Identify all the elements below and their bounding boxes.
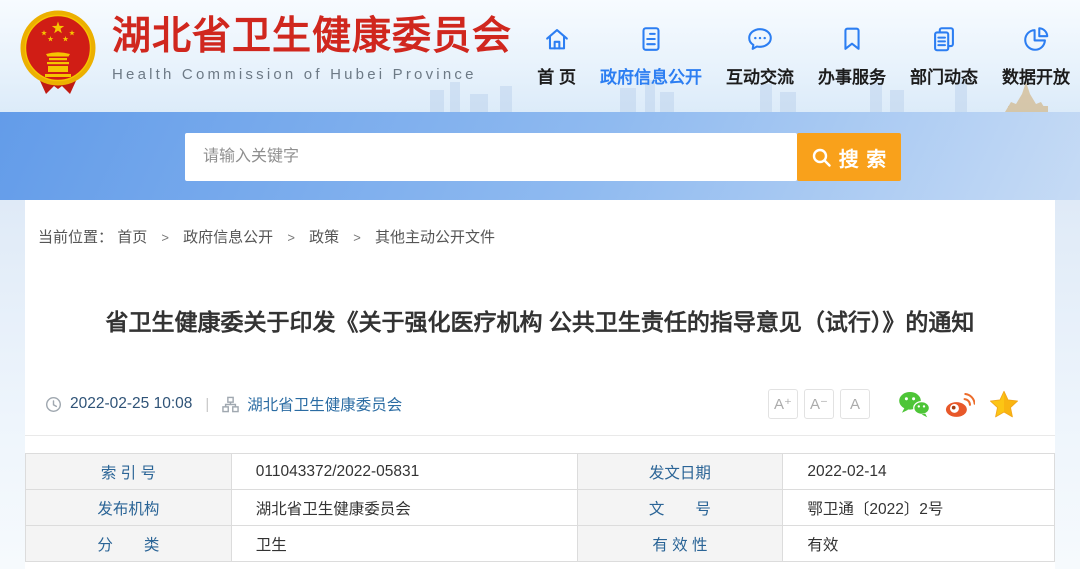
- chat-bubble-icon: [748, 28, 772, 50]
- article-meta-right: A⁺ A⁻ A: [768, 389, 1019, 419]
- info-label-category: 分 类: [25, 525, 232, 562]
- page-lower: 当前位置： 首页 > 政府信息公开 > 政策 > 其他主动公开文件 省卫生健康委…: [0, 200, 1080, 569]
- breadcrumb: 当前位置： 首页 > 政府信息公开 > 政策 > 其他主动公开文件: [25, 200, 1055, 247]
- info-label-doc-number: 文 号: [576, 489, 784, 526]
- site-title: 湖北省卫生健康委员会: [112, 15, 513, 58]
- site-subtitle: Health Commission of Hubei Province: [112, 65, 477, 83]
- breadcrumb-item-gov-info[interactable]: 政府信息公开: [183, 229, 273, 246]
- nav-label: 数据开放: [1002, 68, 1070, 87]
- table-row: 发布机构 湖北省卫生健康委员会 文 号 鄂卫通〔2022〕2号: [25, 489, 1055, 526]
- content-panel: 当前位置： 首页 > 政府信息公开 > 政策 > 其他主动公开文件 省卫生健康委…: [25, 200, 1055, 569]
- breadcrumb-separator: >: [287, 230, 295, 245]
- search-button-label: 搜 索: [838, 148, 888, 171]
- info-label-publisher: 发布机构: [25, 489, 232, 526]
- breadcrumb-prefix: 当前位置：: [38, 229, 114, 246]
- article-title: 省卫生健康委关于印发《关于强化医疗机构 公共卫生责任的指导意见（试行）》的通知: [105, 309, 975, 335]
- documents-icon: [934, 27, 954, 52]
- font-size-decrease-button[interactable]: A⁻: [804, 389, 834, 419]
- wechat-share-icon[interactable]: [898, 390, 930, 418]
- nav-item-services[interactable]: 办事服务: [818, 24, 886, 88]
- nav-label: 政府信息公开: [600, 68, 702, 87]
- info-label-validity: 有 效 性: [576, 525, 784, 562]
- nav-label: 部门动态: [910, 68, 978, 87]
- qzone-favorite-icon[interactable]: [989, 390, 1019, 418]
- breadcrumb-separator: >: [161, 230, 169, 245]
- search-icon: [812, 148, 831, 167]
- clock-icon: [45, 396, 62, 412]
- nav-label: 办事服务: [818, 68, 886, 87]
- weibo-icon: [945, 392, 975, 417]
- search-input[interactable]: [185, 133, 797, 181]
- breadcrumb-item-policy[interactable]: 政策: [309, 229, 339, 246]
- meta-separator: |: [205, 395, 210, 413]
- info-value-issue-date: 2022-02-14: [782, 453, 1055, 490]
- nav-label: 互动交流: [726, 68, 794, 87]
- nav-label: 首 页: [537, 68, 576, 87]
- breadcrumb-item-home[interactable]: 首页: [117, 229, 147, 246]
- font-size-controls: A⁺ A⁻ A: [768, 389, 870, 419]
- table-row: 索 引 号 011043372/2022-05831 发文日期 2022-02-…: [25, 453, 1055, 490]
- share-buttons: [898, 390, 1019, 418]
- search-button[interactable]: 搜 索: [797, 133, 901, 181]
- nav-item-home[interactable]: 首 页: [537, 24, 576, 88]
- site-brand: 湖北省卫生健康委员会 Health Commission of Hubei Pr…: [18, 8, 512, 96]
- section-divider: [25, 435, 1055, 436]
- font-size-increase-button[interactable]: A⁺: [768, 389, 798, 419]
- weibo-share-icon[interactable]: [944, 391, 975, 418]
- site-header: 湖北省卫生健康委员会 Health Commission of Hubei Pr…: [0, 0, 1080, 112]
- table-row: 分 类 卫生 有 效 性 有效: [25, 525, 1055, 562]
- font-size-reset-button[interactable]: A: [840, 389, 870, 419]
- article-meta-left: 2022-02-25 10:08 | 湖北省卫生健康委员会: [45, 393, 402, 415]
- national-emblem-logo: [20, 10, 96, 94]
- brand-text: 湖北省卫生健康委员会 Health Commission of Hubei Pr…: [112, 8, 512, 83]
- info-label-index-number: 索 引 号: [25, 453, 232, 490]
- info-value-index-number: 011043372/2022-05831: [230, 453, 578, 490]
- qzone-star-icon: [990, 390, 1018, 418]
- document-icon: [642, 27, 660, 51]
- home-icon: [545, 29, 568, 50]
- breadcrumb-item-other-docs[interactable]: 其他主动公开文件: [375, 229, 495, 246]
- org-sitemap-icon: [222, 396, 240, 412]
- publish-time: 2022-02-25 10:08: [70, 395, 193, 412]
- article-meta: 2022-02-25 10:08 | 湖北省卫生健康委员会 A⁺ A⁻ A: [25, 389, 1055, 419]
- pie-chart-icon: [1024, 27, 1049, 51]
- nav-item-interaction[interactable]: 互动交流: [726, 24, 794, 88]
- page: 湖北省卫生健康委员会 Health Commission of Hubei Pr…: [0, 0, 1080, 569]
- search-band: 搜 索: [0, 112, 1080, 200]
- wechat-icon: [899, 392, 930, 418]
- breadcrumb-separator: >: [353, 230, 361, 245]
- nav-item-gov-info[interactable]: 政府信息公开: [600, 24, 702, 88]
- article-source-link[interactable]: 湖北省卫生健康委员会: [247, 393, 402, 415]
- info-value-doc-number: 鄂卫通〔2022〕2号: [782, 489, 1055, 526]
- info-label-issue-date: 发文日期: [576, 453, 784, 490]
- info-value-validity: 有效: [782, 525, 1055, 562]
- document-info-table: 索 引 号 011043372/2022-05831 发文日期 2022-02-…: [25, 453, 1055, 562]
- info-value-publisher: 湖北省卫生健康委员会: [230, 489, 578, 526]
- nav-item-department-news[interactable]: 部门动态: [910, 24, 978, 88]
- main-nav: 首 页 政府信息公开 互动交流 办事服务 部门动态 数据开放: [537, 0, 1080, 88]
- bookmark-icon: [844, 27, 860, 50]
- nav-item-open-data[interactable]: 数据开放: [1002, 24, 1070, 88]
- info-value-category: 卫生: [230, 525, 578, 562]
